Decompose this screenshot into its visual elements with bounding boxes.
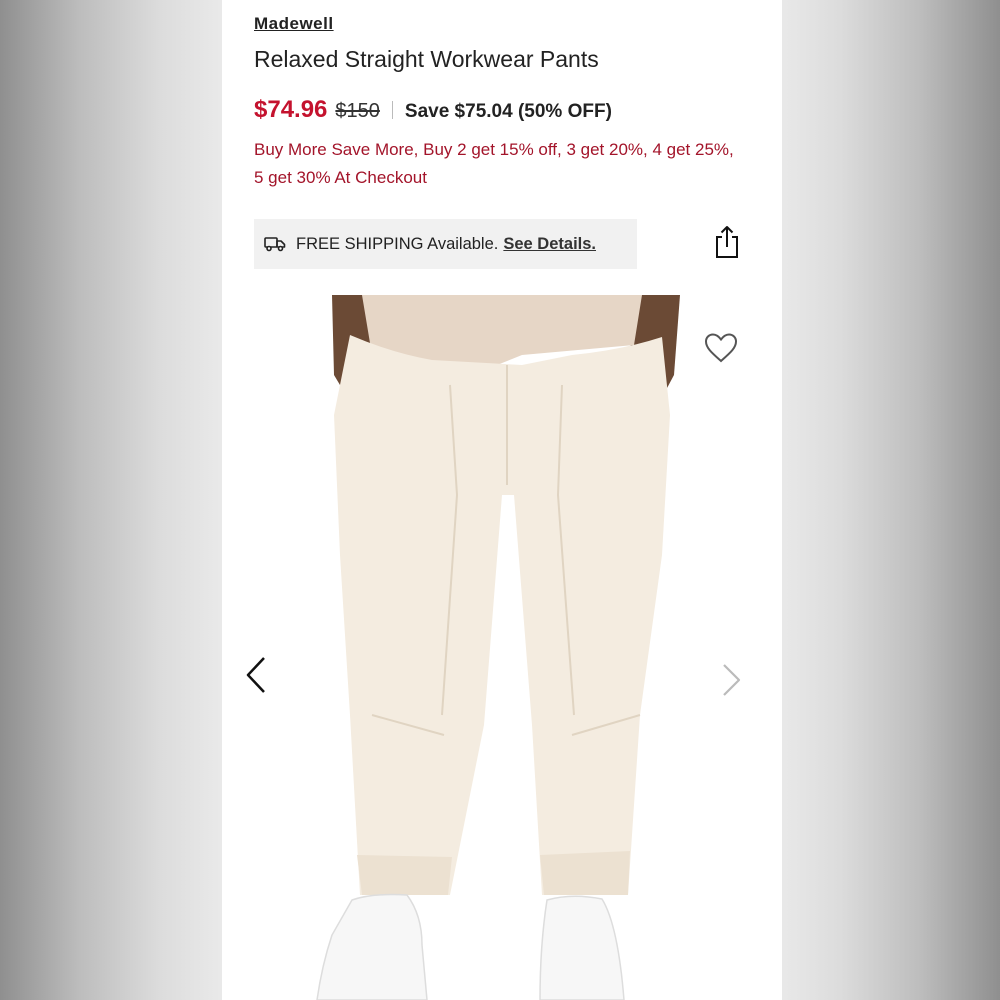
original-price: $150 bbox=[335, 100, 380, 122]
chevron-right-icon[interactable] bbox=[718, 662, 744, 698]
heart-icon[interactable] bbox=[704, 332, 738, 364]
see-details-link[interactable]: See Details. bbox=[503, 235, 596, 254]
sale-price: $74.96 bbox=[254, 96, 328, 123]
share-icon[interactable] bbox=[712, 224, 742, 260]
truck-icon bbox=[264, 237, 286, 252]
product-image[interactable] bbox=[222, 295, 782, 1000]
price-row: $74.96 $150 Save $75.04 (50% OFF) bbox=[254, 96, 612, 124]
product-title: Relaxed Straight Workwear Pants bbox=[254, 46, 599, 72]
price-divider bbox=[391, 101, 393, 119]
brand-link[interactable]: Madewell bbox=[254, 14, 334, 34]
promo-text: Buy More Save More, Buy 2 get 15% off, 3… bbox=[254, 140, 734, 187]
shipping-banner: FREE SHIPPING Available. See Details. bbox=[254, 219, 637, 269]
shipping-text: FREE SHIPPING Available. bbox=[296, 234, 499, 253]
chevron-left-icon[interactable] bbox=[242, 655, 270, 695]
savings-text: Save $75.04 (50% OFF) bbox=[404, 101, 612, 122]
product-card: Madewell Relaxed Straight Workwear Pants… bbox=[222, 0, 782, 1000]
